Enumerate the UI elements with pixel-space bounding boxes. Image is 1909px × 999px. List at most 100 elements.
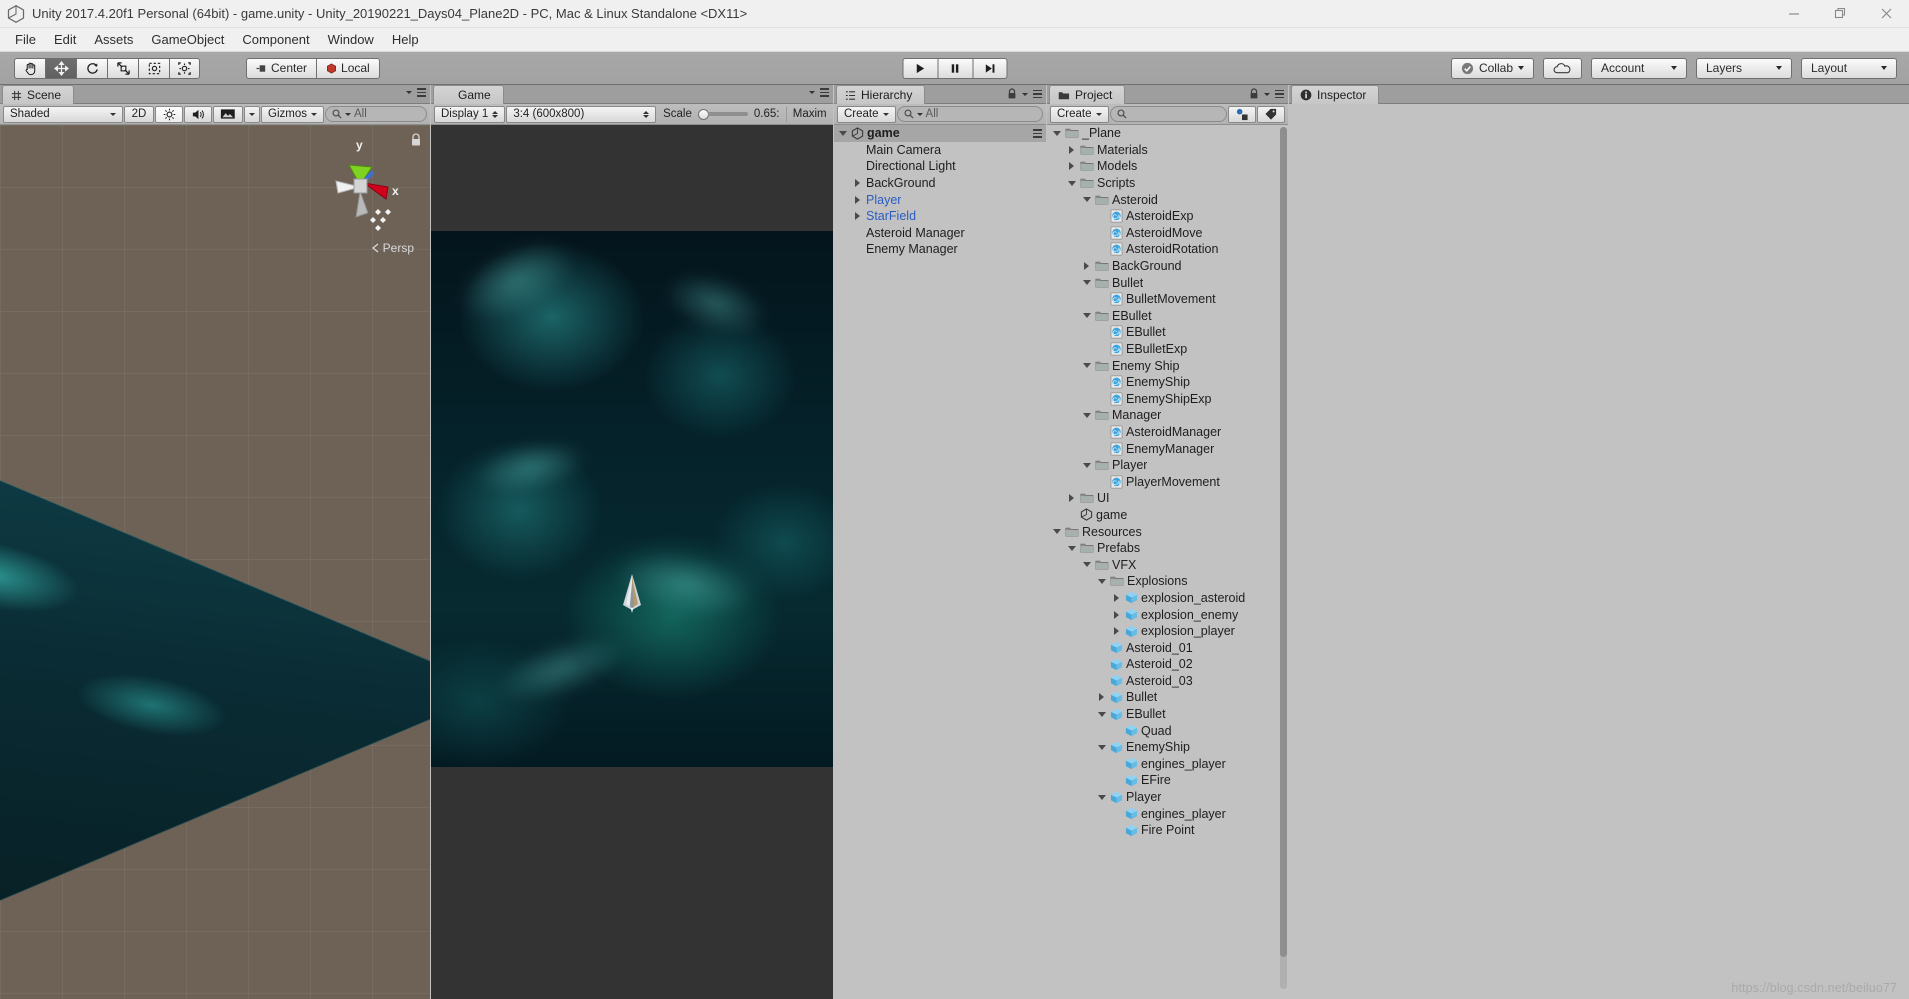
- hierarchy-item-asteroid-manager[interactable]: Asteroid Manager: [834, 225, 1046, 242]
- project-item--plane[interactable]: _Plane: [1047, 125, 1288, 142]
- hierarchy-create-button[interactable]: Create: [837, 105, 896, 123]
- project-item-enemymanager[interactable]: C# EnemyManager: [1047, 440, 1288, 457]
- collab-button[interactable]: Collab: [1450, 57, 1534, 79]
- display-dropdown[interactable]: Display 1: [434, 105, 506, 123]
- account-button[interactable]: Account: [1591, 57, 1687, 79]
- menu-edit[interactable]: Edit: [45, 30, 85, 49]
- hierarchy-item-player[interactable]: Player: [834, 191, 1046, 208]
- project-item-ebullet[interactable]: EBullet: [1047, 308, 1288, 325]
- twirl-right-icon[interactable]: [1066, 494, 1077, 503]
- twirl-down-icon[interactable]: [1081, 313, 1092, 319]
- twirl-right-icon[interactable]: [852, 212, 863, 221]
- scene-fx-dropdown[interactable]: [244, 105, 260, 123]
- step-button[interactable]: [972, 57, 1007, 79]
- rect-tool-button[interactable]: [138, 57, 169, 79]
- project-item-prefabs[interactable]: Prefabs: [1047, 540, 1288, 557]
- scene-audio-toggle[interactable]: [184, 105, 212, 123]
- project-create-button[interactable]: Create: [1050, 105, 1109, 123]
- play-button[interactable]: [902, 57, 937, 79]
- move-tool-button[interactable]: [45, 57, 76, 79]
- project-scrollbar[interactable]: [1280, 127, 1287, 989]
- maximize-on-play-toggle[interactable]: Maxim: [786, 105, 830, 123]
- menu-component[interactable]: Component: [233, 30, 318, 49]
- transform-tool-button[interactable]: [169, 57, 200, 79]
- twirl-down-icon[interactable]: [1081, 412, 1092, 418]
- twirl-down-icon[interactable]: [1066, 545, 1077, 551]
- toggle-2d-button[interactable]: 2D: [124, 105, 154, 123]
- layout-button[interactable]: Layout: [1801, 57, 1897, 79]
- scene-context-menu-icon[interactable]: [1033, 129, 1042, 138]
- project-item-bullet[interactable]: Bullet: [1047, 274, 1288, 291]
- menu-window[interactable]: Window: [319, 30, 383, 49]
- project-item-explosion-player[interactable]: explosion_player: [1047, 623, 1288, 640]
- scene-projection-label[interactable]: Persp: [371, 241, 414, 255]
- project-filter-label-button[interactable]: [1257, 105, 1285, 123]
- project-item-engines-player[interactable]: engines_player: [1047, 756, 1288, 773]
- hierarchy-item-starfield[interactable]: StarField: [834, 208, 1046, 225]
- tab-game[interactable]: Game: [433, 85, 504, 104]
- project-item-bullet[interactable]: Bullet: [1047, 689, 1288, 706]
- project-item-playermovement[interactable]: C# PlayerMovement: [1047, 473, 1288, 490]
- project-item-engines-player[interactable]: engines_player: [1047, 805, 1288, 822]
- hierarchy-item-background[interactable]: BackGround: [834, 175, 1046, 192]
- scale-slider[interactable]: [697, 108, 748, 120]
- cloud-button[interactable]: [1543, 57, 1582, 79]
- project-item-asteroid-01[interactable]: Asteroid_01: [1047, 639, 1288, 656]
- rotate-tool-button[interactable]: [76, 57, 107, 79]
- project-item-manager[interactable]: Manager: [1047, 407, 1288, 424]
- project-item-game[interactable]: game: [1047, 507, 1288, 524]
- project-item-explosion-enemy[interactable]: explosion_enemy: [1047, 606, 1288, 623]
- twirl-right-icon[interactable]: [1081, 262, 1092, 271]
- hierarchy-tab-menu[interactable]: [1007, 88, 1042, 100]
- project-item-models[interactable]: Models: [1047, 158, 1288, 175]
- menu-gameobject[interactable]: GameObject: [142, 30, 233, 49]
- pause-button[interactable]: [937, 57, 972, 79]
- twirl-right-icon[interactable]: [852, 179, 863, 188]
- menu-file[interactable]: File: [6, 30, 45, 49]
- project-item-player[interactable]: Player: [1047, 789, 1288, 806]
- scene-tab-menu[interactable]: [406, 88, 426, 97]
- project-scrollbar-thumb[interactable]: [1280, 127, 1287, 957]
- twirl-right-icon[interactable]: [1066, 145, 1077, 154]
- lock-icon[interactable]: [1007, 88, 1017, 100]
- twirl-right-icon[interactable]: [1111, 593, 1122, 602]
- menu-assets[interactable]: Assets: [85, 30, 142, 49]
- project-item-explosion-asteroid[interactable]: explosion_asteroid: [1047, 590, 1288, 607]
- twirl-right-icon[interactable]: [852, 195, 863, 204]
- tab-inspector[interactable]: Inspector: [1291, 85, 1380, 104]
- twirl-down-icon[interactable]: [1066, 180, 1077, 186]
- project-tab-menu[interactable]: [1249, 88, 1284, 100]
- scene-fx-toggle[interactable]: [213, 105, 243, 123]
- game-render-area[interactable]: [431, 220, 833, 767]
- restore-icon[interactable]: [1817, 0, 1863, 28]
- twirl-down-icon[interactable]: [1051, 130, 1062, 136]
- twirl-right-icon[interactable]: [1096, 693, 1107, 702]
- close-icon[interactable]: [1863, 0, 1909, 28]
- twirl-down-icon[interactable]: [1081, 462, 1092, 468]
- scale-slider-group[interactable]: Scale 0.65:: [657, 106, 785, 123]
- twirl-right-icon[interactable]: [1111, 610, 1122, 619]
- scene-viewport[interactable]: y x Persp: [0, 125, 430, 999]
- project-item-quad[interactable]: Quad: [1047, 722, 1288, 739]
- project-item-bulletmovement[interactable]: C# BulletMovement: [1047, 291, 1288, 308]
- game-viewport[interactable]: [431, 125, 833, 999]
- layers-button[interactable]: Layers: [1696, 57, 1792, 79]
- twirl-down-icon[interactable]: [1096, 794, 1107, 800]
- twirl-down-icon[interactable]: [1096, 711, 1107, 717]
- project-item-ebullet[interactable]: C# EBullet: [1047, 324, 1288, 341]
- project-item-asteroidmanager[interactable]: C# AsteroidManager: [1047, 424, 1288, 441]
- twirl-down-icon[interactable]: [1096, 578, 1107, 584]
- hierarchy-search-input[interactable]: All: [896, 106, 1043, 122]
- minimize-icon[interactable]: [1771, 0, 1817, 28]
- project-item-ui[interactable]: UI: [1047, 490, 1288, 507]
- tab-hierarchy[interactable]: Hierarchy: [836, 85, 926, 104]
- project-item-explosions[interactable]: Explosions: [1047, 573, 1288, 590]
- project-filter-type-button[interactable]: [1228, 105, 1256, 123]
- project-item-asteroid-03[interactable]: Asteroid_03: [1047, 673, 1288, 690]
- project-item-fire-point[interactable]: Fire Point: [1047, 822, 1288, 839]
- twirl-down-icon[interactable]: [1081, 562, 1092, 568]
- lock-icon[interactable]: [1249, 88, 1259, 100]
- project-item-asteroidexp[interactable]: C# AsteroidExp: [1047, 208, 1288, 225]
- project-item-asteroidmove[interactable]: C# AsteroidMove: [1047, 225, 1288, 242]
- scene-lighting-toggle[interactable]: [155, 105, 183, 123]
